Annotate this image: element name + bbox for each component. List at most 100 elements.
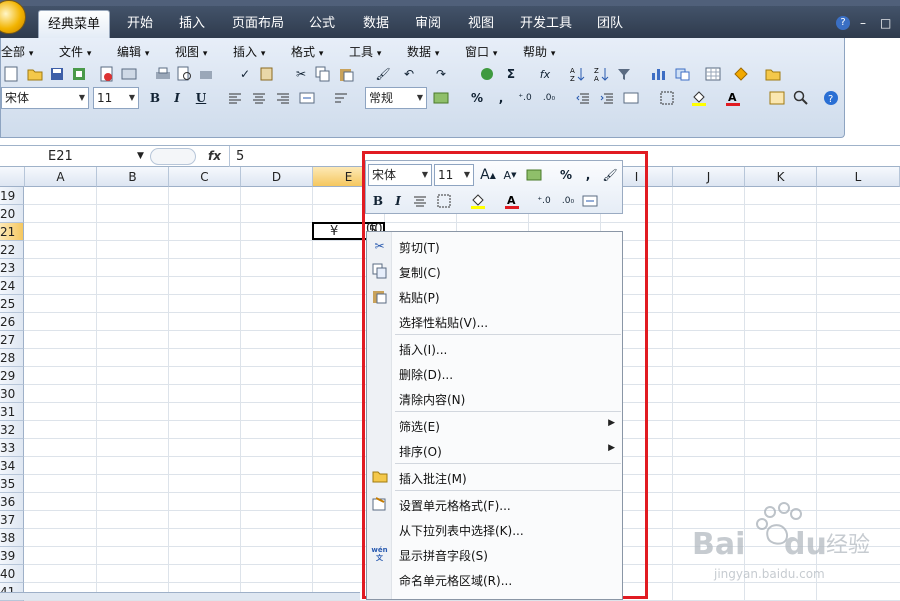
function-icon[interactable]: fx — [535, 64, 555, 84]
column-header-a[interactable]: A — [25, 167, 97, 187]
menu-item-delete[interactable]: 删除(D)... — [367, 361, 623, 386]
mini-accounting-icon[interactable] — [524, 165, 544, 185]
cut-icon[interactable]: ✂ — [291, 64, 311, 84]
font-size-combo[interactable]: 11 ▼ — [93, 87, 139, 109]
mini-percent-button[interactable]: % — [556, 165, 576, 185]
menu-item-insert-comment[interactable]: 插入批注(M) — [367, 465, 623, 490]
tab-data[interactable]: 数据 — [354, 10, 398, 38]
row-header[interactable]: 27 — [0, 331, 24, 349]
menu-item-sort[interactable]: 排序(O) ▶ — [367, 438, 623, 463]
save-icon[interactable] — [47, 64, 67, 84]
row-header[interactable]: 26 — [0, 313, 24, 331]
tab-insert[interactable]: 插入 — [170, 10, 214, 38]
permission-icon[interactable] — [69, 64, 89, 84]
select-all-corner[interactable] — [0, 167, 25, 187]
percent-button[interactable]: % — [467, 88, 487, 108]
menu-data[interactable]: 数据 ▾ — [407, 43, 439, 60]
name-box-dropdown-icon[interactable]: ▼ — [137, 147, 144, 166]
row-header[interactable]: 32 — [0, 421, 24, 439]
mini-merge-icon[interactable] — [580, 191, 600, 211]
bold-button[interactable]: B — [145, 88, 165, 108]
tab-home[interactable]: 开始 — [118, 10, 162, 38]
tab-review[interactable]: 审阅 — [406, 10, 450, 38]
grow-font-button[interactable]: A ▲ — [478, 165, 498, 185]
drawing-icon[interactable] — [673, 64, 693, 84]
menu-edit[interactable]: 编辑 ▾ — [117, 43, 149, 60]
spelling-icon[interactable]: ✓ — [235, 64, 255, 84]
decrease-indent-icon[interactable] — [573, 88, 593, 108]
column-header-b[interactable]: B — [97, 167, 169, 187]
font-name-combo[interactable]: 宋体 ▼ — [1, 87, 89, 109]
fill-color-icon[interactable] — [689, 88, 709, 108]
row-header[interactable]: 29 — [0, 367, 24, 385]
sheet-tab-strip[interactable] — [0, 592, 360, 600]
increase-indent-icon[interactable] — [597, 88, 617, 108]
menu-file[interactable]: 文件 ▾ — [59, 43, 91, 60]
row-header[interactable]: 31 — [0, 403, 24, 421]
row-header[interactable]: 30 — [0, 385, 24, 403]
mini-fill-color-icon[interactable] — [468, 191, 488, 211]
undo-icon[interactable]: ↶ — [399, 64, 419, 84]
menu-item-format-cells[interactable]: 设置单元格格式(F)... — [367, 492, 623, 517]
column-header-k[interactable]: K — [745, 167, 817, 187]
redo-icon[interactable]: ↷ — [431, 64, 451, 84]
menu-view[interactable]: 视图 ▾ — [175, 43, 207, 60]
gridlines-icon[interactable] — [703, 64, 723, 84]
menu-window[interactable]: 窗口 ▾ — [465, 43, 497, 60]
mini-size-combo[interactable]: 11 ▼ — [434, 164, 474, 186]
chart-icon[interactable] — [649, 64, 669, 84]
sort-descending-icon[interactable]: ZA — [591, 64, 611, 84]
number-format-combo[interactable]: 常规 ▼ — [365, 87, 427, 109]
row-header[interactable]: 38 — [0, 529, 24, 547]
menu-item-copy[interactable]: 复制(C) — [367, 259, 623, 284]
name-box[interactable]: E21 — [0, 147, 150, 166]
picture-icon[interactable] — [767, 88, 787, 108]
row-header[interactable]: 25 — [0, 295, 24, 313]
mini-center-icon[interactable] — [410, 191, 430, 211]
row-header[interactable]: 28 — [0, 349, 24, 367]
hyperlink-icon[interactable] — [477, 64, 497, 84]
menu-item-cut[interactable]: ✂ 剪切(T) — [367, 234, 623, 259]
row-header[interactable]: 39 — [0, 547, 24, 565]
mini-increase-decimal-icon[interactable]: ⁺.0 — [534, 191, 554, 211]
wrap-text-icon[interactable] — [331, 88, 351, 108]
increase-decimal-icon[interactable]: ⁺.0 — [515, 88, 535, 108]
research-icon[interactable] — [257, 64, 277, 84]
mini-font-combo[interactable]: 宋体 ▼ — [368, 164, 432, 186]
borders-icon[interactable] — [657, 88, 677, 108]
mini-format-painter-icon[interactable]: 🖌 — [600, 165, 620, 185]
open-icon[interactable] — [25, 64, 45, 84]
tab-formulas[interactable]: 公式 — [300, 10, 344, 38]
mini-bold-button[interactable]: B — [368, 191, 388, 211]
menu-item-show-phonetic[interactable]: wén文 显示拼音字段(S) — [367, 542, 623, 567]
align-left-icon[interactable] — [225, 88, 245, 108]
row-header[interactable]: 36 — [0, 493, 24, 511]
menu-all[interactable]: 全部 ▾ — [1, 43, 33, 60]
row-header[interactable]: 23 — [0, 259, 24, 277]
menu-tools[interactable]: 工具 ▾ — [349, 43, 381, 60]
new-icon[interactable] — [1, 64, 21, 84]
tab-page-layout[interactable]: 页面布局 — [226, 10, 290, 38]
menu-item-filter[interactable]: 筛选(E) ▶ — [367, 413, 623, 438]
tab-developer[interactable]: 开发工具 — [514, 10, 578, 38]
decrease-decimal-icon[interactable]: .0₀ — [539, 88, 559, 108]
tab-view[interactable]: 视图 — [459, 10, 503, 38]
print-setup-icon[interactable] — [197, 64, 217, 84]
help-circle-icon[interactable]: ? — [821, 88, 841, 108]
italic-button[interactable]: I — [167, 88, 187, 108]
row-header[interactable]: 21 — [0, 223, 24, 241]
column-header-j[interactable]: J — [673, 167, 745, 187]
row-header[interactable]: 20 — [0, 205, 24, 223]
underline-button[interactable]: U — [191, 88, 211, 108]
column-header-l[interactable]: L — [817, 167, 900, 187]
restore-button[interactable]: □ — [880, 16, 891, 30]
row-header[interactable]: 19 — [0, 187, 24, 205]
help-icon[interactable]: ? — [836, 16, 850, 30]
menu-item-insert[interactable]: 插入(I)... — [367, 336, 623, 361]
row-header[interactable]: 40 — [0, 565, 24, 583]
row-header[interactable]: 33 — [0, 439, 24, 457]
orientation-icon[interactable] — [621, 88, 641, 108]
menu-insert[interactable]: 插入 ▾ — [233, 43, 265, 60]
filter-icon[interactable] — [615, 64, 635, 84]
shrink-font-button[interactable]: A ▼ — [500, 165, 520, 185]
